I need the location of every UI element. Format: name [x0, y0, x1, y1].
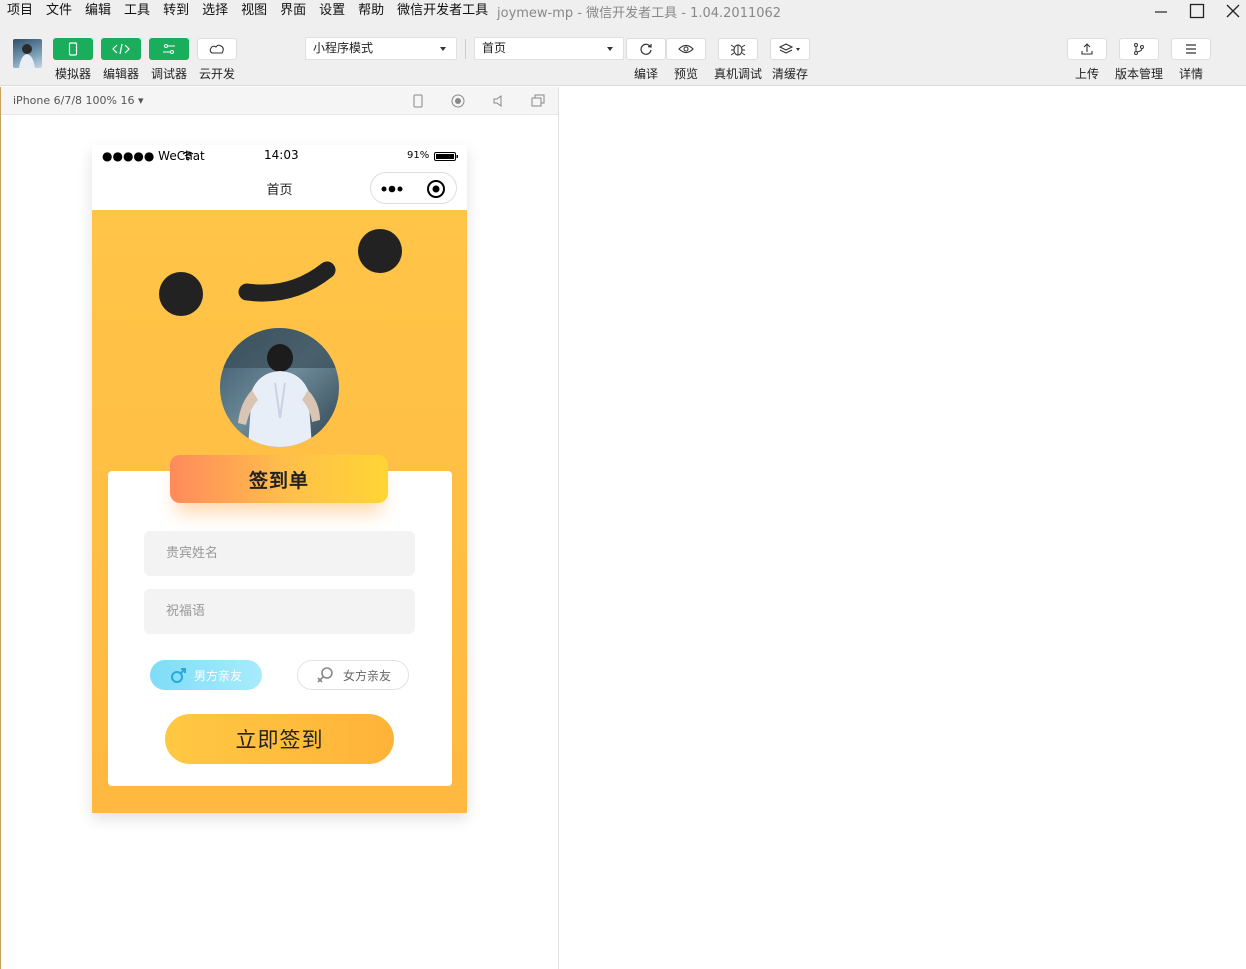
menu-icon [1186, 44, 1196, 54]
eye-icon [678, 44, 694, 54]
status-bar: ●●●●● WeChat 14:03 91% [92, 145, 467, 167]
simulator-bar: iPhone 6/7/8 100% 16 ▾ [0, 87, 558, 115]
left-eye [159, 272, 203, 316]
battery-text: 91% [407, 150, 430, 161]
window-edge [0, 87, 1, 969]
debug-icon [163, 44, 175, 54]
more-icon[interactable] [381, 184, 403, 194]
guest-name-input[interactable] [144, 531, 415, 576]
compile-button[interactable] [626, 38, 666, 60]
phone-simulator: ●●●●● WeChat 14:03 91% 首页 签到单 贵宾姓名 祝福语 男… [92, 145, 467, 813]
mode-select[interactable]: 小程序模式 [305, 37, 457, 60]
avatar-image [19, 44, 35, 68]
minimize-icon [1155, 11, 1167, 13]
female-label: 女方亲友 [342, 668, 391, 683]
sign-in-label: 立即签到 [235, 728, 324, 752]
capsule-menu [370, 172, 457, 204]
target-icon[interactable] [426, 179, 446, 199]
page-content: 签到单 男方亲友 女方亲友 立即签到 [92, 210, 467, 813]
right-eye [358, 229, 402, 273]
close-button[interactable] [1215, 0, 1246, 22]
menu-item[interactable]: 选择 [195, 0, 234, 22]
menu-item[interactable]: 工具 [117, 0, 156, 22]
volume-icon[interactable] [491, 94, 505, 108]
male-guest-button[interactable]: 男方亲友 [150, 660, 262, 690]
clear-cache-label: 清缓存 [771, 67, 808, 81]
battery-icon [434, 152, 458, 161]
menu-item[interactable]: 转到 [156, 0, 195, 22]
record-icon[interactable] [451, 94, 465, 108]
male-label: 男方亲友 [193, 668, 242, 683]
cloud-dev-button[interactable] [197, 38, 237, 60]
version-label: 版本管理 [1114, 67, 1163, 81]
cloud-icon [209, 44, 224, 54]
code-icon [112, 43, 130, 55]
chevron-down-icon [607, 47, 613, 51]
device-icon[interactable] [411, 94, 425, 108]
editor-button[interactable] [101, 38, 141, 60]
refresh-icon [640, 43, 652, 55]
menu-item[interactable]: 界面 [273, 0, 312, 22]
wifi-icon [182, 151, 194, 161]
remote-debug-button[interactable] [718, 38, 758, 60]
toolbar: 模拟器 编辑器 调试器 云开发 小程序模式 首页 编译 预览 真机调试 清缓存 … [0, 22, 1246, 86]
details-button[interactable] [1171, 38, 1211, 60]
page-select[interactable]: 首页 [474, 37, 624, 60]
menu-items: 项目 文件 编辑 工具 转到 选择 视图 界面 设置 帮助 微信开发者工具 [0, 0, 494, 22]
menu-item[interactable]: 编辑 [78, 0, 117, 22]
menu-item[interactable]: 帮助 [351, 0, 390, 22]
male-icon [170, 668, 186, 683]
debugger-button[interactable] [149, 38, 189, 60]
nav-bar: 首页 [92, 167, 467, 210]
time-text: 14:03 [264, 148, 299, 162]
menu-item[interactable]: 视图 [234, 0, 273, 22]
clear-cache-button[interactable] [770, 38, 810, 60]
compile-label: 编译 [633, 67, 658, 81]
remote-debug-label: 真机调试 [713, 67, 762, 81]
window-title: joymew-mp - 微信开发者工具 - 1.04.2011062 [497, 6, 782, 21]
wish-input[interactable] [144, 589, 415, 634]
avatar[interactable] [220, 328, 339, 447]
minimize-button[interactable] [1143, 0, 1179, 22]
popout-icon[interactable] [531, 94, 545, 108]
menu-item[interactable]: 项目 [0, 0, 39, 22]
menu-item[interactable]: 文件 [39, 0, 78, 22]
female-icon [317, 667, 333, 683]
menu-bar: 项目 文件 编辑 工具 转到 选择 视图 界面 设置 帮助 微信开发者工具 joymew-mp - … [0, 0, 1246, 22]
maximize-button[interactable] [1179, 0, 1215, 22]
mode-select-value: 小程序模式 [313, 41, 374, 55]
cloud-dev-label: 云开发 [198, 67, 235, 81]
version-button[interactable] [1119, 38, 1159, 60]
simulator-label: 模拟器 [54, 67, 91, 81]
branch-icon [1134, 43, 1144, 55]
maximize-icon [1189, 3, 1205, 19]
upload-icon [1081, 43, 1093, 55]
layers-icon [778, 43, 800, 54]
toolbar-divider [465, 39, 466, 59]
phone-icon [68, 42, 78, 56]
editor-label: 编辑器 [102, 67, 139, 81]
close-icon [1226, 4, 1240, 18]
banner-title: 签到单 [248, 469, 309, 492]
debugger-label: 调试器 [150, 67, 187, 81]
sign-in-button[interactable]: 立即签到 [165, 714, 394, 764]
page-select-value: 首页 [482, 41, 507, 55]
device-select[interactable]: iPhone 6/7/8 100% 16 ▾ [13, 94, 144, 107]
menu-item[interactable]: 微信开发者工具 [390, 0, 494, 22]
bug-icon [730, 44, 746, 56]
card-banner: 签到单 [170, 455, 388, 503]
female-guest-button[interactable]: 女方亲友 [297, 660, 409, 690]
upload-button[interactable] [1067, 38, 1107, 60]
details-label: 详情 [1178, 67, 1203, 81]
preview-label: 预览 [673, 67, 698, 81]
user-avatar[interactable] [13, 39, 42, 68]
smile-mouth [238, 261, 336, 302]
preview-button[interactable] [666, 38, 706, 60]
chevron-down-icon [440, 47, 446, 51]
panel-divider[interactable] [558, 87, 559, 969]
avatar-image [220, 328, 339, 447]
simulator-button[interactable] [53, 38, 93, 60]
upload-label: 上传 [1074, 67, 1099, 81]
menu-item[interactable]: 设置 [312, 0, 351, 22]
